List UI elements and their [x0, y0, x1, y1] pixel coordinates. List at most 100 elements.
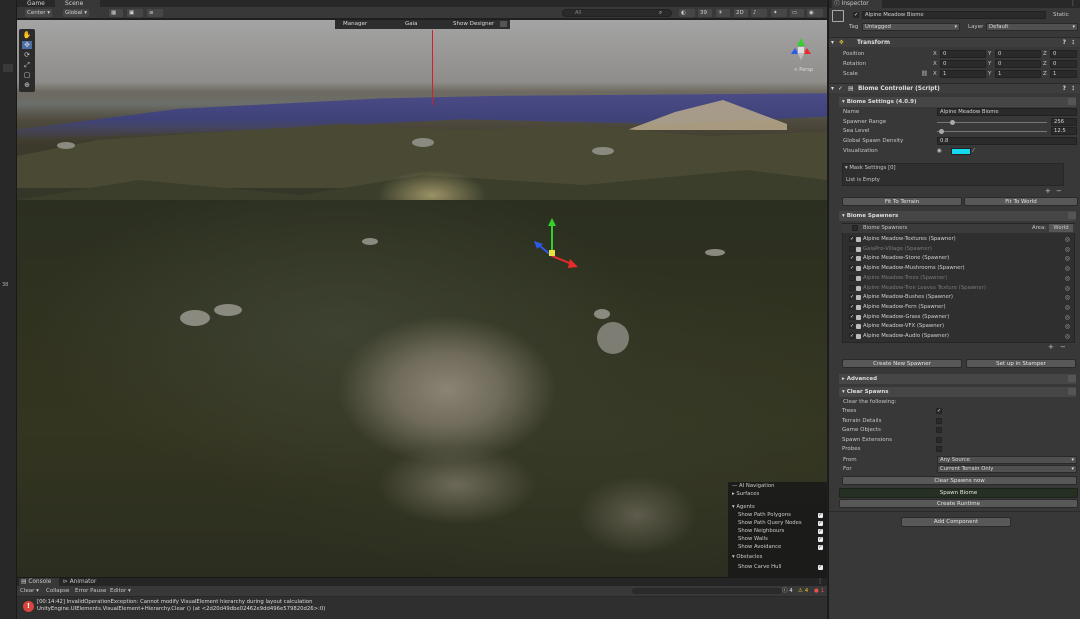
gizmos-icon[interactable]: ◉: [807, 9, 823, 17]
ai-option-checkbox[interactable]: ✓: [818, 521, 823, 526]
clear-option-checkbox[interactable]: [936, 436, 942, 443]
tab-game[interactable]: Game: [17, 0, 45, 7]
audio-icon[interactable]: ♪: [751, 9, 767, 17]
clear-option-checkbox[interactable]: ✓: [936, 408, 942, 414]
space-dropdown[interactable]: Global ▾: [63, 9, 90, 17]
spawn-density-field[interactable]: 0.8: [937, 137, 1077, 145]
rotation-y-field[interactable]: 0: [995, 60, 1041, 68]
position-y-field[interactable]: 0: [995, 50, 1041, 58]
spawner-checkbox[interactable]: ✓: [849, 236, 855, 242]
tab-animator[interactable]: ⊳ Animator: [63, 578, 96, 586]
component-menu-icon[interactable]: ⋮: [1070, 38, 1076, 48]
help-icon[interactable]: ?: [1063, 38, 1066, 48]
tab-console[interactable]: ▤ Console: [19, 578, 59, 586]
ai-option-checkbox[interactable]: ✓: [818, 545, 823, 550]
spawner-target-icon[interactable]: ◎: [1065, 274, 1070, 283]
layer-dropdown[interactable]: Default: [986, 23, 1078, 31]
spawner-checkbox[interactable]: ✓: [849, 333, 855, 339]
spawner-checkbox[interactable]: ✓: [849, 303, 855, 310]
spawner-checkbox[interactable]: ✓: [849, 294, 855, 301]
pivot-dropdown[interactable]: Center ▾: [25, 9, 53, 17]
scale-y-field[interactable]: 1: [995, 70, 1041, 78]
visualization-color-swatch[interactable]: [951, 148, 971, 155]
collapse-button[interactable]: Collapse: [46, 586, 69, 596]
ai-agents-foldout[interactable]: ▾ Agents: [732, 504, 823, 511]
rotation-x-field[interactable]: 0: [940, 60, 986, 68]
spawner-row[interactable]: ✓ Alpine Meadow-Fern (Spawner) ◎: [842, 303, 1072, 312]
for-dropdown[interactable]: Current Terrain Only: [937, 465, 1077, 473]
tag-dropdown[interactable]: Untagged: [862, 23, 960, 31]
spawner-row[interactable]: Alpine Meadow-Trees (Spawner) ◎: [842, 274, 1072, 283]
spawner-target-icon[interactable]: ◎: [1065, 284, 1070, 293]
scale-tool-icon[interactable]: ⤢: [22, 61, 32, 69]
ai-surfaces-foldout[interactable]: ▸ Surfaces: [732, 491, 823, 498]
ai-obstacles-foldout[interactable]: ▾ Obstacles: [732, 554, 823, 561]
console-search-input[interactable]: [632, 588, 782, 594]
add-spawner-icon[interactable]: +: [1048, 343, 1054, 351]
scale-z-field[interactable]: 1: [1050, 70, 1077, 78]
position-x-field[interactable]: 0: [940, 50, 986, 58]
rotate-tool-icon[interactable]: ⟳: [22, 51, 32, 59]
help-icon[interactable]: [1068, 388, 1076, 395]
biome-settings-header[interactable]: ▾ Biome Settings (4.0.9): [839, 97, 1076, 107]
gaia-settings-icon[interactable]: [500, 21, 507, 27]
biome-name-field[interactable]: Alpine Meadow Biome: [937, 108, 1077, 116]
ai-option-checkbox[interactable]: ✓: [818, 537, 823, 542]
eyedropper-icon[interactable]: ⁄: [973, 147, 974, 156]
ai-option-row[interactable]: Show Walls ✓: [738, 536, 823, 543]
sea-level-field[interactable]: 12.5: [1051, 127, 1077, 135]
clear-spawns-now-button[interactable]: Clear Spawns now: [842, 476, 1077, 485]
clear-spawns-header[interactable]: ▾ Clear Spawns: [839, 387, 1076, 397]
search-icon[interactable]: ⌕: [657, 9, 669, 17]
help-icon[interactable]: [1068, 98, 1076, 105]
add-mask-icon[interactable]: +: [1045, 187, 1051, 195]
clear-option-checkbox[interactable]: [936, 427, 942, 434]
biome-spawners-header[interactable]: ▾ Biome Spawners: [839, 211, 1076, 221]
ai-option-row[interactable]: Show Avoidance ✓: [738, 544, 823, 551]
fit-to-world-button[interactable]: Fit To World: [964, 197, 1078, 206]
show-designer-button[interactable]: Show Designer: [453, 21, 494, 27]
advanced-header[interactable]: ▸ Advanced: [839, 374, 1076, 384]
spawner-target-icon[interactable]: ◎: [1065, 235, 1070, 244]
remove-spawner-icon[interactable]: −: [1060, 343, 1066, 351]
scale-x-field[interactable]: 1: [940, 70, 986, 78]
spawner-row[interactable]: ✓ Alpine Meadow-Textures (Spawner) ◎: [842, 235, 1072, 244]
spawner-checkbox[interactable]: [849, 284, 855, 291]
move-gizmo[interactable]: [522, 218, 582, 273]
help-icon[interactable]: [1068, 212, 1076, 219]
spawner-target-icon[interactable]: ◎: [1065, 264, 1070, 273]
spawn-biome-button[interactable]: Spawn Biome: [839, 488, 1078, 498]
spawner-select-all-checkbox[interactable]: [852, 225, 858, 231]
tab-scene[interactable]: Scene: [55, 0, 100, 7]
eye-icon[interactable]: ◉: [937, 147, 942, 156]
object-name-field[interactable]: Alpine Meadow Biome: [862, 11, 1046, 19]
console-error-entry[interactable]: ! [00:14:42] InvalidOperationException: …: [17, 597, 827, 619]
ai-option-checkbox[interactable]: ✓: [818, 565, 823, 570]
draw-mode-icon[interactable]: ◐: [679, 9, 695, 17]
mask-settings-foldout[interactable]: ▾ Mask Settings [0]: [845, 165, 896, 171]
move-tool-icon[interactable]: ✥: [22, 41, 32, 49]
spawner-row[interactable]: ✓ Alpine Meadow-Stone (Spawner) ◎: [842, 254, 1072, 263]
spawner-target-icon[interactable]: ◎: [1065, 313, 1070, 322]
ai-option-row[interactable]: Show Carve Hull ✓: [738, 564, 823, 571]
spawner-checkbox[interactable]: [849, 274, 855, 281]
position-z-field[interactable]: 0: [1050, 50, 1077, 58]
error-pause-button[interactable]: Error Pause: [75, 586, 106, 596]
spawner-target-icon[interactable]: ◎: [1065, 245, 1070, 254]
spawner-row[interactable]: ✓ Alpine Meadow-Audio (Spawner) ◎: [842, 332, 1072, 341]
inspector-menu-icon[interactable]: ⋮: [1070, 0, 1076, 8]
spawner-target-icon[interactable]: ◎: [1065, 332, 1070, 341]
remove-mask-icon[interactable]: −: [1056, 187, 1062, 195]
spawner-checkbox[interactable]: ✓: [849, 255, 855, 262]
perspective-label[interactable]: < Persp: [793, 67, 813, 73]
gaia-manager-button[interactable]: Manager: [343, 21, 367, 27]
spawner-range-field[interactable]: 256: [1051, 118, 1077, 126]
spawner-checkbox[interactable]: ✓: [849, 265, 855, 272]
active-checkbox[interactable]: ✓: [853, 12, 859, 18]
grid-snap-icon[interactable]: ▦: [109, 9, 123, 17]
snap-increment-icon[interactable]: ▣: [127, 9, 143, 17]
spawner-row[interactable]: Alpine Meadow-Tree Leaves Texture (Spawn…: [842, 284, 1072, 293]
transform-header[interactable]: ▾ ✥ Transform ? ⋮: [829, 37, 1080, 47]
add-component-button[interactable]: Add Component: [901, 517, 1011, 527]
log-count[interactable]: ⓘ 4: [782, 586, 793, 596]
